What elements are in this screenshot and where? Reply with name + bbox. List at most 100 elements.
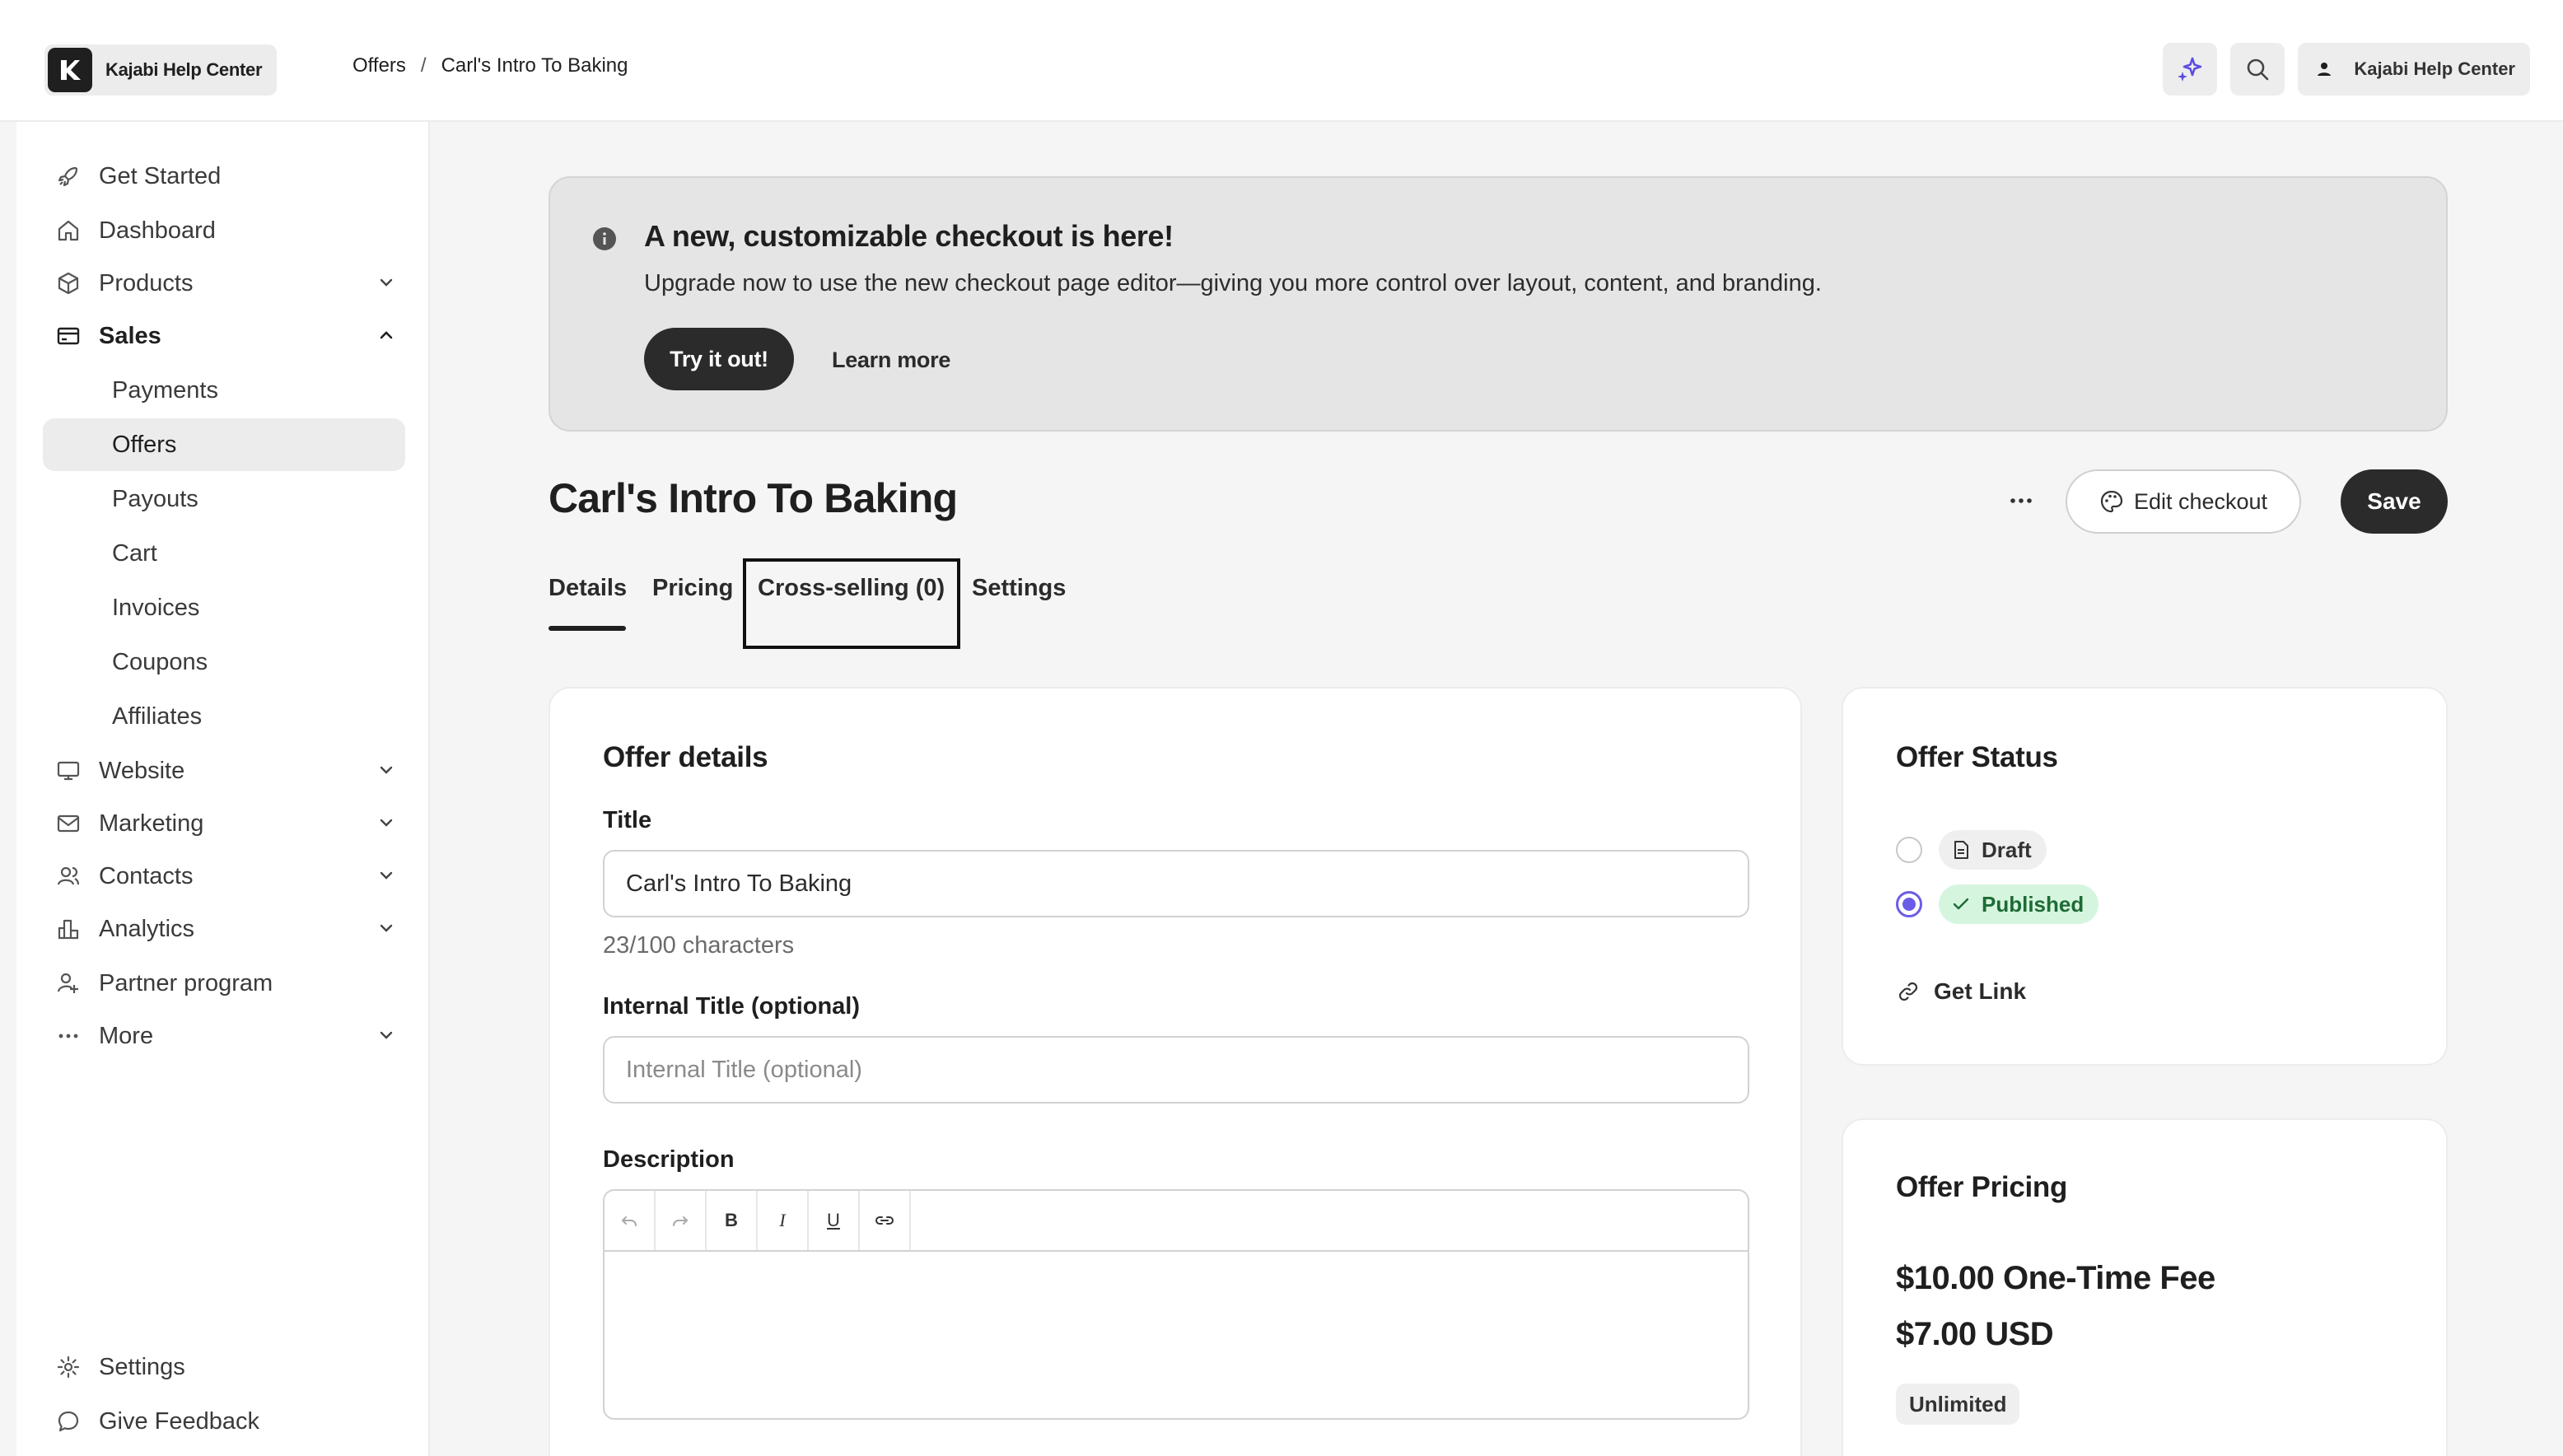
save-button[interactable]: Save (2341, 469, 2448, 534)
sidebar-item-label: Sales (99, 322, 161, 349)
chevron-down-icon (376, 759, 397, 781)
sidebar-item-analytics[interactable]: Analytics (43, 903, 405, 955)
sidebar-item-website[interactable]: Website (43, 744, 405, 797)
tab-active-indicator (549, 626, 626, 631)
title-char-count: 23/100 characters (603, 932, 795, 959)
sidebar-item-partner-program[interactable]: Partner program (43, 957, 405, 1010)
sidebar-item-label: Contacts (99, 862, 194, 889)
box-icon (54, 269, 82, 297)
editor-toolbar: B I U (605, 1191, 1748, 1252)
sidebar-item-give-feedback[interactable]: Give Feedback (43, 1395, 405, 1448)
unlimited-badge: Unlimited (1896, 1384, 2020, 1425)
info-icon (591, 226, 618, 252)
gear-icon (54, 1353, 82, 1381)
user-icon (2313, 58, 2336, 81)
try-it-out-button[interactable]: Try it out! (644, 328, 794, 390)
sidebar-item-label: Dashboard (99, 217, 216, 244)
draft-pill: Draft (1939, 830, 2047, 870)
redo-button[interactable] (656, 1191, 707, 1250)
partner-icon (54, 969, 82, 997)
top-bar: Kajabi Help Center Offers / Carl's Intro… (0, 0, 2563, 122)
sidebar-item-label: Coupons (112, 648, 208, 675)
status-option-published[interactable]: Published (1896, 884, 2099, 924)
search-button[interactable] (2230, 43, 2285, 96)
more-options-button[interactable] (2000, 484, 2042, 517)
offer-details-card: Offer details Title Carl's Intro To Baki… (549, 687, 1802, 1456)
breadcrumb-offers-link[interactable]: Offers (352, 54, 406, 77)
card-icon (54, 322, 82, 350)
ai-assistant-button[interactable] (2163, 43, 2218, 96)
sidebar-item-label: Offers (112, 431, 177, 458)
sidebar-item-invoices[interactable]: Invoices (43, 581, 405, 634)
offer-pricing-heading: Offer Pricing (1896, 1171, 2068, 1203)
chart-icon (54, 915, 82, 943)
published-radio[interactable] (1896, 891, 1922, 917)
chat-icon (54, 1407, 82, 1435)
bold-button[interactable]: B (707, 1191, 758, 1250)
account-menu-button[interactable]: Kajabi Help Center (2298, 43, 2530, 96)
title-label: Title (603, 807, 652, 833)
tab-pricing[interactable]: Pricing (652, 575, 733, 602)
breadcrumb-separator: / (420, 54, 427, 77)
link-button[interactable] (860, 1191, 911, 1250)
sidebar-item-payments[interactable]: Payments (43, 364, 405, 417)
sidebar-item-label: Give Feedback (99, 1407, 260, 1435)
sidebar-item-offers[interactable]: Offers (43, 418, 405, 471)
sidebar-item-label: Affiliates (112, 702, 203, 730)
banner-title: A new, customizable checkout is here! (644, 219, 1174, 253)
chevron-down-icon (376, 1024, 397, 1046)
brand-button[interactable]: Kajabi Help Center (44, 44, 278, 96)
sidebar-item-label: Cart (112, 539, 157, 567)
internal-title-input[interactable]: Internal Title (optional) (603, 1036, 1749, 1104)
sidebar-item-get-started[interactable]: Get Started (43, 150, 405, 203)
sidebar-item-label: Payments (112, 376, 218, 404)
sidebar-item-label: Payouts (112, 485, 198, 512)
search-icon (2244, 56, 2271, 82)
tab-details[interactable]: Details (549, 575, 627, 602)
edit-checkout-button[interactable]: Edit checkout (2066, 469, 2301, 534)
status-option-draft[interactable]: Draft (1896, 830, 2047, 870)
draft-radio[interactable] (1896, 837, 1922, 863)
sidebar-item-affiliates[interactable]: Affiliates (43, 690, 405, 743)
sidebar-item-sales[interactable]: Sales (43, 310, 405, 362)
sidebar-item-payouts[interactable]: Payouts (43, 473, 405, 525)
sidebar-item-marketing[interactable]: Marketing (43, 797, 405, 850)
offer-pricing-card: Offer Pricing $10.00 One-Time Fee $7.00 … (1842, 1118, 2448, 1456)
sidebar-item-dashboard[interactable]: Dashboard (43, 204, 405, 257)
internal-title-label: Internal Title (optional) (603, 993, 861, 1020)
offer-status-card: Offer Status Draft Published Get Link (1842, 687, 2448, 1066)
chevron-down-icon (376, 917, 397, 939)
banner-text: Upgrade now to use the new checkout page… (644, 270, 1822, 296)
title-input[interactable]: Carl's Intro To Baking (603, 850, 1749, 917)
sidebar: Get Started Dashboard Products Sales Pay… (16, 122, 430, 1456)
sidebar-item-more[interactable]: More (43, 1010, 405, 1062)
price-amount: $7.00 USD (1896, 1316, 2054, 1352)
check-icon (1950, 894, 1972, 915)
sidebar-item-label: Analytics (99, 915, 195, 942)
breadcrumb: Offers / Carl's Intro To Baking (352, 54, 628, 77)
draft-label: Draft (1982, 837, 2032, 862)
sidebar-item-label: Products (99, 269, 194, 296)
sidebar-item-coupons[interactable]: Coupons (43, 636, 405, 688)
sidebar-item-label: Settings (99, 1353, 185, 1380)
chevron-down-icon (376, 865, 397, 886)
sidebar-item-label: Get Started (99, 162, 222, 189)
sidebar-item-label: Partner program (99, 969, 273, 996)
published-label: Published (1982, 891, 2084, 917)
undo-button[interactable] (605, 1191, 656, 1250)
underline-button[interactable]: U (809, 1191, 860, 1250)
get-link-button[interactable]: Get Link (1896, 978, 2026, 1005)
sidebar-item-contacts[interactable]: Contacts (43, 850, 405, 903)
sidebar-item-cart[interactable]: Cart (43, 527, 405, 580)
learn-more-link[interactable]: Learn more (832, 348, 950, 373)
sidebar-item-settings[interactable]: Settings (43, 1341, 405, 1393)
offer-status-heading: Offer Status (1896, 741, 2058, 773)
checkout-announcement-banner: A new, customizable checkout is here! Up… (549, 176, 2448, 432)
brand-label: Kajabi Help Center (105, 59, 263, 80)
palette-icon (2099, 489, 2124, 514)
tab-settings[interactable]: Settings (972, 575, 1066, 602)
italic-button[interactable]: I (758, 1191, 809, 1250)
edit-checkout-label: Edit checkout (2133, 488, 2268, 514)
get-link-label: Get Link (1934, 978, 2027, 1004)
sidebar-item-products[interactable]: Products (43, 257, 405, 310)
